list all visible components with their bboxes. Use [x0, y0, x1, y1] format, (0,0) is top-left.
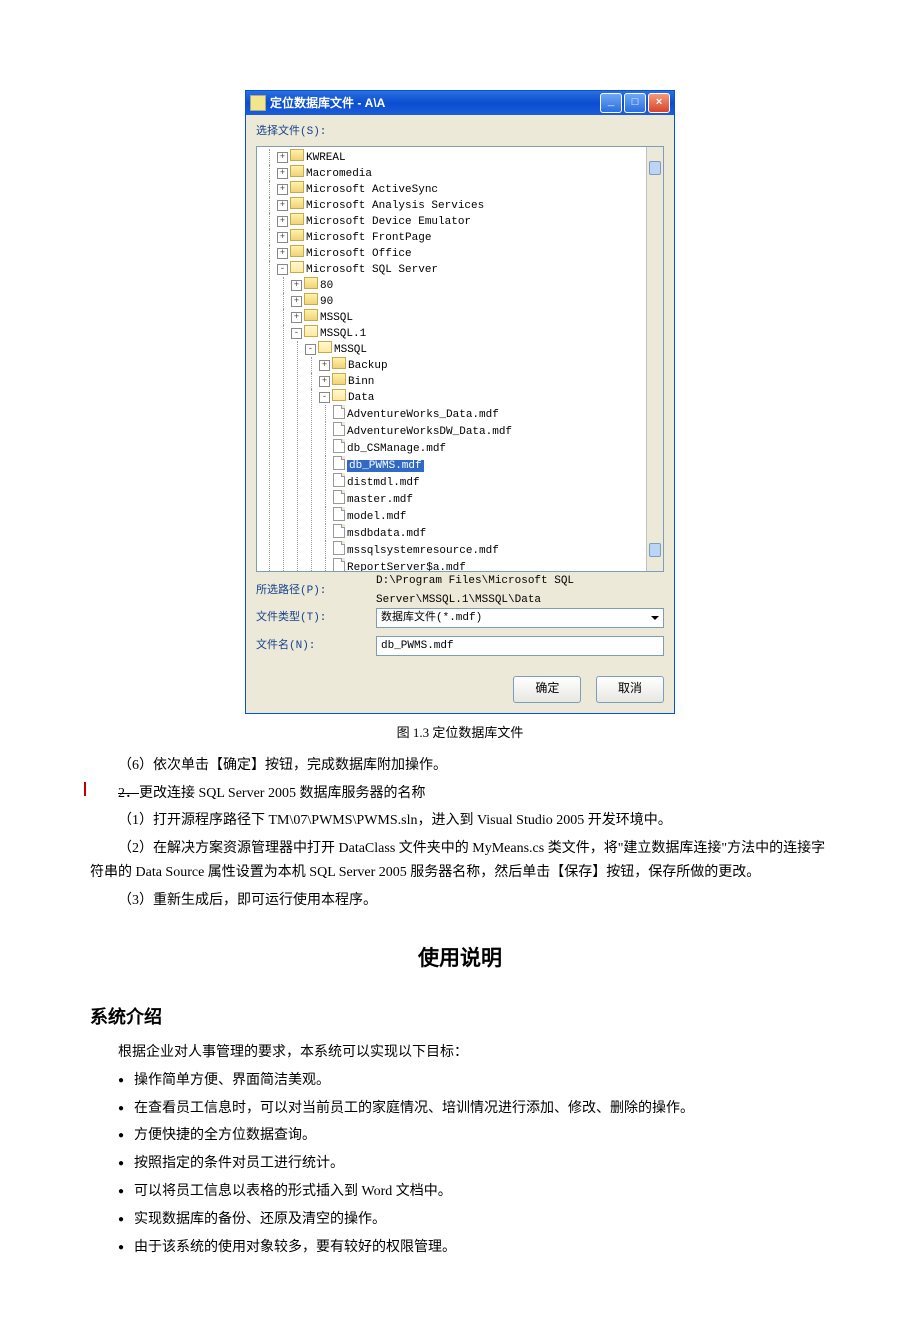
list-item: 按照指定的条件对员工进行统计。: [118, 1152, 830, 1176]
chevron-down-icon: [651, 616, 659, 620]
tree-file[interactable]: db_CSManage.mdf: [333, 439, 663, 456]
revision-mark-icon: [84, 782, 86, 796]
path-value: D:\Program Files\Microsoft SQL Server\MS…: [376, 582, 664, 600]
cancel-button[interactable]: 取消: [596, 676, 664, 702]
tree-file[interactable]: ReportServer$a.mdf: [333, 558, 663, 572]
paragraph: 根据企业对人事管理的要求，本系统可以实现以下目标：: [90, 1041, 830, 1065]
paragraph: （3）重新生成后，即可运行使用本程序。: [90, 889, 830, 913]
paragraph: 2．更改连接 SQL Server 2005 数据库服务器的名称: [90, 782, 830, 806]
minimize-button[interactable]: _: [600, 93, 622, 113]
heading-system-intro: 系统介绍: [90, 1002, 830, 1033]
list-item: 在查看员工信息时，可以对当前员工的家庭情况、培训情况进行添加、修改、删除的操作。: [118, 1097, 830, 1121]
file-tree[interactable]: +KWREAL +Macromedia +Microsoft ActiveSyn…: [256, 146, 664, 572]
tree-file[interactable]: master.mdf: [333, 490, 663, 507]
tree-item[interactable]: +Binn: [319, 373, 663, 389]
figure-caption: 图 1.3 定位数据库文件: [90, 722, 830, 744]
tree-file[interactable]: AdventureWorks_Data.mdf: [333, 405, 663, 422]
tree-item[interactable]: +Microsoft Device Emulator: [277, 213, 663, 229]
close-button[interactable]: ×: [648, 93, 670, 113]
list-item: 实现数据库的备份、还原及清空的操作。: [118, 1208, 830, 1232]
tree-item[interactable]: -Data AdventureWorks_Data.mdf AdventureW…: [319, 389, 663, 572]
ok-button[interactable]: 确定: [513, 676, 581, 702]
app-icon: [250, 95, 266, 111]
filename-input[interactable]: db_PWMS.mdf: [376, 636, 664, 656]
tree-item[interactable]: +Microsoft Office: [277, 245, 663, 261]
tree-item[interactable]: -MSSQL +Backup +Binn -Data AdventureWork…: [305, 341, 663, 572]
tree-item[interactable]: +Macromedia: [277, 165, 663, 181]
tree-file[interactable]: mssqlsystemresource.mdf: [333, 541, 663, 558]
list-item: 由于该系统的使用对象较多，要有较好的权限管理。: [118, 1236, 830, 1260]
tree-item[interactable]: +Backup: [319, 357, 663, 373]
tree-item[interactable]: +Microsoft FrontPage: [277, 229, 663, 245]
tree-item[interactable]: +Microsoft ActiveSync: [277, 181, 663, 197]
list-item: 方便快捷的全方位数据查询。: [118, 1124, 830, 1148]
tree-file[interactable]: AdventureWorksDW_Data.mdf: [333, 422, 663, 439]
window-title: 定位数据库文件 - A\A: [270, 93, 598, 113]
tree-file[interactable]: model.mdf: [333, 507, 663, 524]
filename-label: 文件名(N):: [256, 637, 376, 656]
path-label: 所选路径(P):: [256, 582, 376, 601]
list-item: 操作简单方便、界面简洁美观。: [118, 1069, 830, 1093]
feature-list: 操作简单方便、界面简洁美观。 在查看员工信息时，可以对当前员工的家庭情况、培训情…: [90, 1069, 830, 1260]
tree-item[interactable]: -MSSQL.1 -MSSQL +Backup +Binn -Data: [291, 325, 663, 572]
tree-item[interactable]: +MSSQL: [291, 309, 663, 325]
maximize-button[interactable]: □: [624, 93, 646, 113]
tree-item[interactable]: +Microsoft Analysis Services: [277, 197, 663, 213]
locate-db-dialog: 定位数据库文件 - A\A _ □ × 选择文件(S): +KWREAL +Ma…: [245, 90, 675, 714]
tree-item[interactable]: -Microsoft SQL Server +80 +90 +MSSQL -MS…: [277, 261, 663, 572]
paragraph: （2）在解决方案资源管理器中打开 DataClass 文件夹中的 MyMeans…: [90, 837, 830, 885]
tree-item[interactable]: +KWREAL: [277, 149, 663, 165]
tree-file[interactable]: msdbdata.mdf: [333, 524, 663, 541]
tree-file-selected[interactable]: db_PWMS.mdf: [333, 456, 663, 473]
select-file-label: 选择文件(S):: [256, 123, 664, 142]
heading-usage: 使用说明: [90, 941, 830, 977]
list-item: 可以将员工信息以表格的形式插入到 Word 文档中。: [118, 1180, 830, 1204]
tree-item[interactable]: +80: [291, 277, 663, 293]
titlebar: 定位数据库文件 - A\A _ □ ×: [246, 91, 674, 115]
tree-file[interactable]: distmdl.mdf: [333, 473, 663, 490]
paragraph: （6）依次单击【确定】按钮，完成数据库附加操作。: [90, 754, 830, 778]
document-body: （6）依次单击【确定】按钮，完成数据库附加操作。 2．更改连接 SQL Serv…: [90, 754, 830, 1259]
filetype-select[interactable]: 数据库文件(*.mdf): [376, 608, 664, 628]
filetype-label: 文件类型(T):: [256, 609, 376, 628]
tree-item[interactable]: +90: [291, 293, 663, 309]
deleted-text: 2．: [118, 786, 139, 801]
paragraph: （1）打开源程序路径下 TM\07\PWMS\PWMS.sln，进入到 Visu…: [90, 809, 830, 833]
